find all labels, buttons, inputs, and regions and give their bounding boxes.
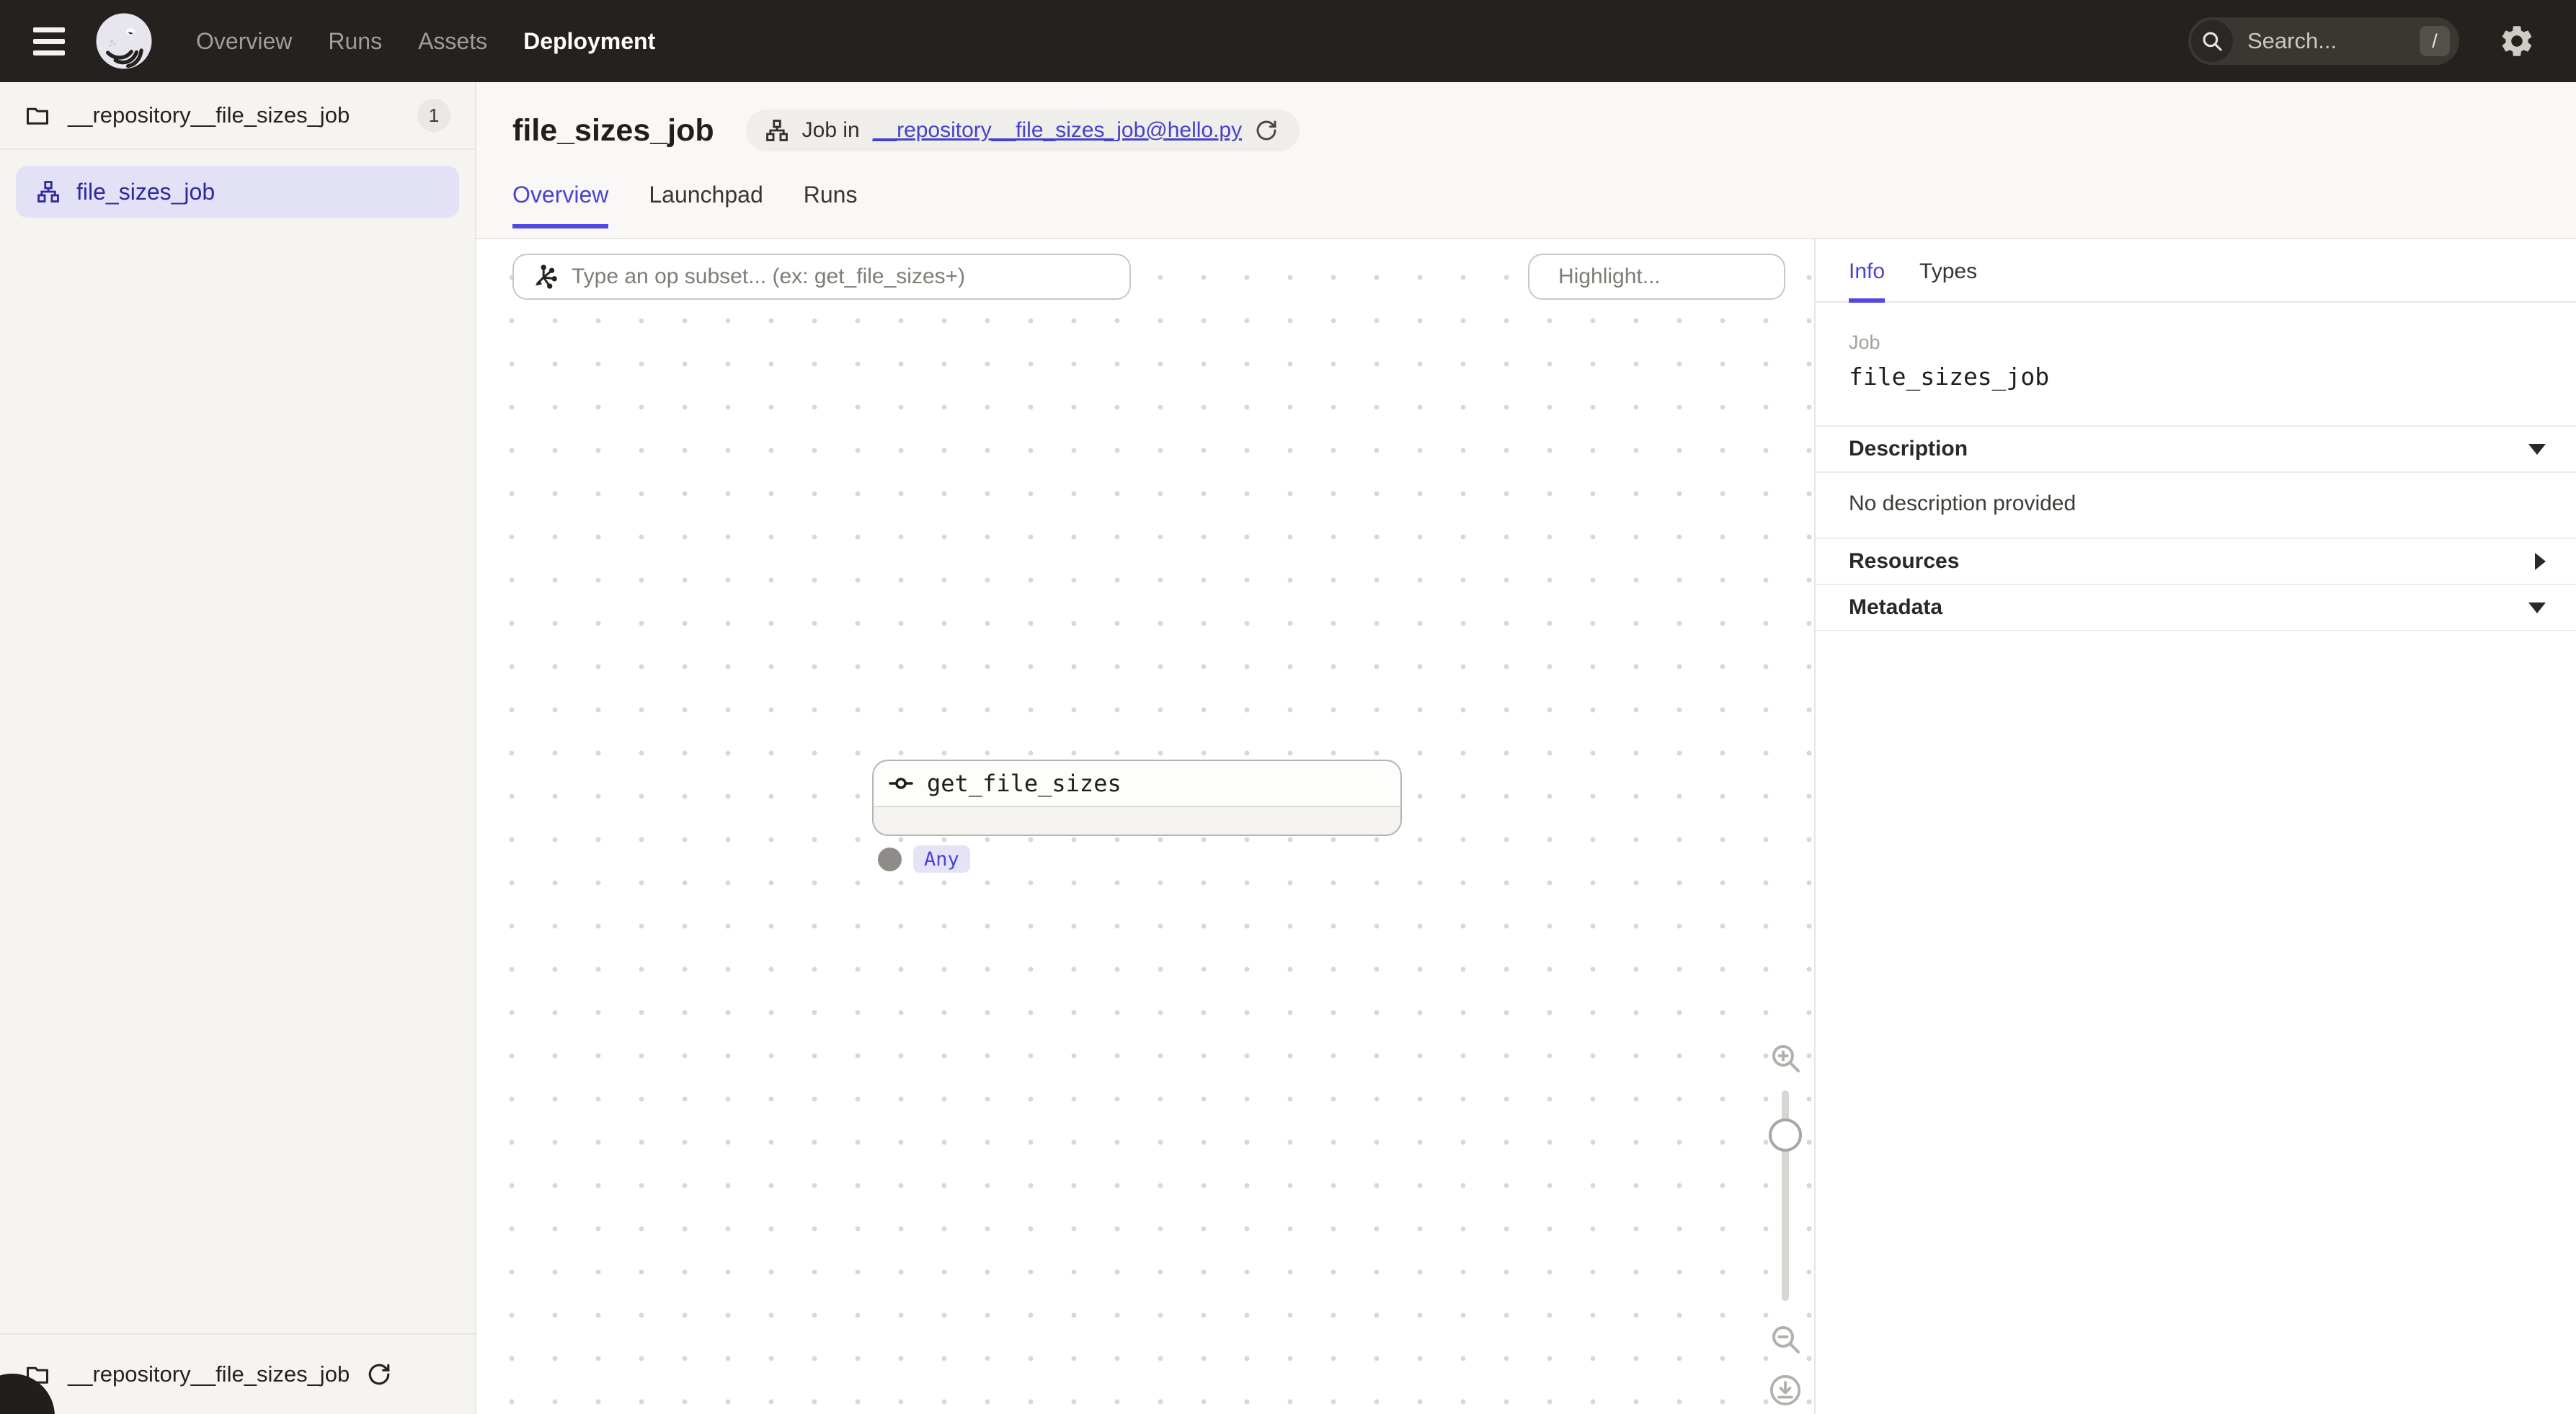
nav-item-assets[interactable]: Assets	[418, 28, 487, 55]
job-icon	[765, 118, 789, 143]
section-resources-title: Resources	[1849, 549, 1959, 574]
zoom-in-icon[interactable]	[1768, 1041, 1803, 1075]
output-type-badge[interactable]: Any	[913, 845, 970, 873]
chevron-down-icon	[2528, 444, 2546, 455]
repo-count-badge: 1	[417, 99, 450, 132]
primary-nav: Overview Runs Assets Deployment	[196, 28, 655, 55]
repo-name: __repository__file_sizes_job	[68, 102, 350, 128]
section-divider	[1816, 630, 2576, 631]
description-content: No description provided	[1816, 471, 2576, 538]
refresh-icon[interactable]	[367, 1361, 393, 1387]
op-output-row: Any	[878, 845, 1402, 873]
page-title: file_sizes_job	[512, 113, 714, 148]
job-icon	[36, 179, 61, 204]
job-tabs: Overview Launchpad Runs	[512, 182, 2576, 227]
tab-launchpad[interactable]: Launchpad	[649, 182, 763, 227]
repo-header[interactable]: __repository__file_sizes_job 1	[0, 82, 475, 150]
sidebar-item-file-sizes-job[interactable]: file_sizes_job	[16, 166, 459, 218]
breadcrumb: Job in __repository__file_sizes_job@hell…	[746, 110, 1300, 151]
zoom-out-icon[interactable]	[1768, 1322, 1803, 1356]
detail-panel-tabs: Info Types	[1816, 239, 2576, 303]
tab-overview[interactable]: Overview	[512, 182, 608, 227]
search-placeholder: Search...	[2247, 28, 2337, 54]
sidebar-item-label: file_sizes_job	[76, 179, 215, 205]
op-graph-canvas[interactable]: get_file_sizes Any	[476, 239, 1814, 1414]
gear-icon[interactable]	[2498, 22, 2536, 60]
section-description[interactable]: Description	[1816, 425, 2576, 471]
op-node-body[interactable]	[872, 806, 1402, 836]
op-subset-input[interactable]	[572, 264, 1114, 289]
page-header: file_sizes_job Job in __repository__file…	[476, 82, 2576, 239]
op-node-header[interactable]: get_file_sizes	[872, 760, 1402, 806]
detail-panel: Info Types Job file_sizes_job Descriptio…	[1814, 239, 2576, 1414]
search-icon	[2191, 20, 2233, 62]
op-selector-icon	[530, 262, 559, 291]
search-shortcut-badge: /	[2420, 26, 2450, 56]
left-sidebar: __repository__file_sizes_job 1 file_size…	[0, 82, 476, 1414]
nav-item-deployment[interactable]: Deployment	[523, 28, 655, 55]
tab-types[interactable]: Types	[1919, 259, 1977, 301]
folder-icon	[25, 102, 50, 128]
job-label: Job	[1849, 332, 2543, 354]
top-navbar: Overview Runs Assets Deployment Search..…	[0, 0, 2576, 82]
section-description-title: Description	[1849, 437, 1968, 461]
section-resources[interactable]: Resources	[1816, 538, 2576, 584]
section-metadata-title: Metadata	[1849, 595, 1942, 620]
chevron-right-icon	[2535, 553, 2546, 570]
op-node-get-file-sizes: get_file_sizes Any	[872, 760, 1402, 873]
breadcrumb-prefix: Job in	[802, 118, 860, 143]
job-name: file_sizes_job	[1849, 363, 2543, 391]
nav-item-overview[interactable]: Overview	[196, 28, 292, 55]
tab-info[interactable]: Info	[1849, 259, 1885, 301]
dagster-logo[interactable]	[94, 11, 154, 71]
tab-runs[interactable]: Runs	[804, 182, 858, 227]
section-metadata[interactable]: Metadata	[1816, 584, 2576, 630]
chevron-down-icon	[2528, 602, 2546, 613]
job-list: file_sizes_job	[0, 150, 475, 1333]
op-icon	[888, 770, 914, 796]
download-icon[interactable]	[1768, 1373, 1803, 1408]
global-search[interactable]: Search... /	[2188, 17, 2459, 65]
zoom-slider-handle[interactable]	[1769, 1119, 1802, 1152]
hamburger-icon[interactable]	[33, 27, 65, 55]
op-subset-input-box	[512, 254, 1131, 300]
op-node-name: get_file_sizes	[927, 770, 1122, 797]
breadcrumb-repo-link[interactable]: __repository__file_sizes_job@hello.py	[873, 118, 1242, 143]
job-block: Job file_sizes_job	[1816, 303, 2576, 391]
refresh-icon[interactable]	[1255, 117, 1281, 143]
footer-repo-name: __repository__file_sizes_job	[68, 1361, 350, 1387]
output-port-dot[interactable]	[878, 848, 902, 871]
nav-item-runs[interactable]: Runs	[328, 28, 382, 55]
zoom-controls	[1767, 239, 1804, 1414]
highlight-input-box	[1528, 254, 1785, 300]
sidebar-footer: __repository__file_sizes_job	[0, 1333, 475, 1414]
